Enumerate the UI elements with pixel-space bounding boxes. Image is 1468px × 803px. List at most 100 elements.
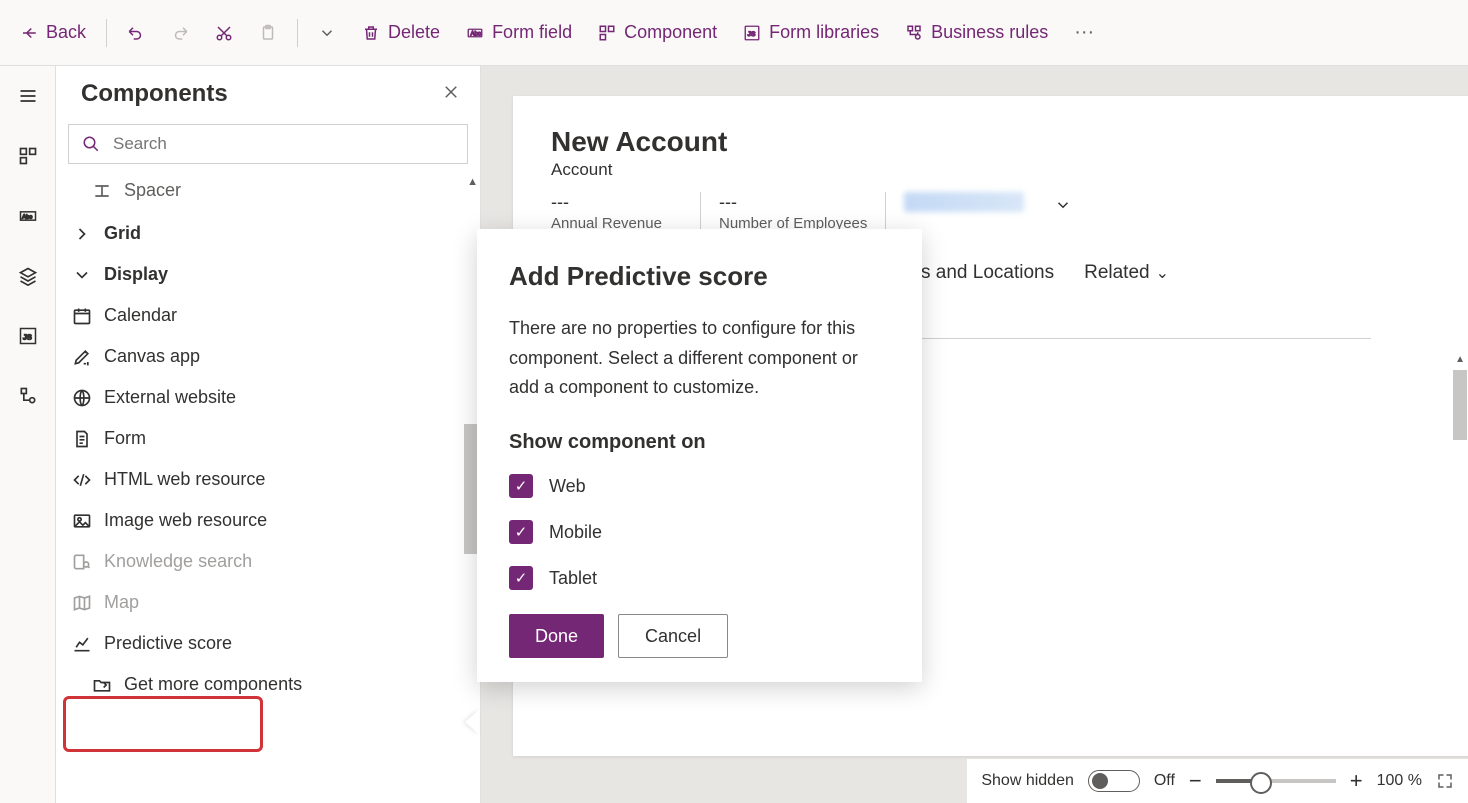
search-input[interactable] — [68, 124, 468, 164]
chevron-down-icon — [318, 24, 336, 42]
chevron-down-icon — [1054, 196, 1072, 214]
pencil-icon — [72, 347, 92, 367]
close-sidebar-button[interactable] — [442, 83, 460, 106]
components-rail-button[interactable] — [12, 140, 44, 172]
folder-link-icon — [92, 675, 112, 695]
form-libraries-button[interactable]: JS Form libraries — [733, 16, 889, 49]
fields-rail-button[interactable]: Abc — [12, 200, 44, 232]
checkbox-web[interactable]: ✓ — [509, 474, 533, 498]
statusbar: Show hidden Off − + 100 % — [967, 759, 1468, 803]
svg-text:Abc: Abc — [471, 31, 481, 37]
tree-item-image-web-resource[interactable]: Image web resource — [64, 500, 472, 541]
tree-group-display[interactable]: Display — [64, 254, 472, 295]
back-button[interactable]: Back — [10, 16, 96, 49]
checkbox-web-row[interactable]: ✓ Web — [509, 474, 890, 498]
hamburger-button[interactable] — [12, 80, 44, 112]
dialog-title: Add Predictive score — [509, 261, 890, 292]
tree-item-form[interactable]: Form — [64, 418, 472, 459]
fit-icon[interactable] — [1436, 772, 1454, 790]
tree-item-spacer[interactable]: Spacer — [64, 174, 472, 211]
checkbox-mobile[interactable]: ✓ — [509, 520, 533, 544]
hamburger-icon — [18, 86, 38, 106]
map-icon — [72, 593, 92, 613]
tree-rail-button[interactable] — [12, 380, 44, 412]
tree-item-calendar[interactable]: Calendar — [64, 295, 472, 336]
get-more-components-button[interactable]: Get more components — [64, 664, 472, 705]
component-button[interactable]: Component — [588, 16, 727, 49]
globe-icon — [72, 388, 92, 408]
checkbox-tablet-label: Tablet — [549, 568, 597, 589]
paste-button[interactable] — [249, 18, 287, 48]
scroll-up-icon: ▲ — [1455, 354, 1465, 365]
tree-item-map: Map — [64, 582, 472, 623]
delete-button[interactable]: Delete — [352, 16, 450, 49]
form-title: New Account — [551, 126, 1435, 158]
js-icon: JS — [18, 326, 38, 346]
js-rail-button[interactable]: JS — [12, 320, 44, 352]
back-label: Back — [46, 22, 86, 43]
undo-icon — [127, 24, 145, 42]
book-search-icon — [72, 552, 92, 572]
spacer-icon — [92, 181, 112, 201]
svg-text:JS: JS — [23, 332, 32, 341]
chevron-button[interactable] — [308, 18, 346, 48]
checkbox-mobile-row[interactable]: ✓ Mobile — [509, 520, 890, 544]
show-hidden-toggle[interactable] — [1088, 770, 1140, 792]
sidebar-scrollbar[interactable] — [464, 424, 478, 554]
layers-rail-button[interactable] — [12, 260, 44, 292]
business-rules-label: Business rules — [931, 22, 1048, 43]
tab-addresses[interactable]: s and Locations — [921, 262, 1054, 288]
components-tree: ▲ Spacer Grid Display Calendar Canvas ap… — [56, 174, 480, 803]
undo-button[interactable] — [117, 18, 155, 48]
chart-line-icon — [72, 634, 92, 654]
tree-item-canvas-app[interactable]: Canvas app — [64, 336, 472, 377]
add-predictive-score-dialog: Add Predictive score There are no proper… — [477, 229, 922, 682]
field-num-employees[interactable]: --- Number of Employees — [701, 192, 886, 232]
toolbar: Back Delete Abc Form field Component JS … — [0, 0, 1468, 66]
calendar-icon — [72, 306, 92, 326]
form-libraries-label: Form libraries — [769, 22, 879, 43]
toolbar-separator — [297, 19, 298, 47]
tab-related[interactable]: Related — [1084, 262, 1169, 288]
redo-icon — [171, 24, 189, 42]
show-hidden-label: Show hidden — [981, 772, 1074, 790]
dialog-body: There are no properties to configure for… — [509, 314, 890, 403]
more-button[interactable]: ··· — [1064, 15, 1104, 50]
tree-item-html-web-resource[interactable]: HTML web resource — [64, 459, 472, 500]
field-annual-revenue[interactable]: --- Annual Revenue — [551, 192, 701, 232]
code-icon — [72, 470, 92, 490]
chevron-down-icon — [72, 265, 92, 285]
document-icon — [72, 429, 92, 449]
image-icon — [72, 511, 92, 531]
cancel-button[interactable]: Cancel — [618, 614, 728, 658]
done-button[interactable]: Done — [509, 614, 604, 658]
form-field-label: Form field — [492, 22, 572, 43]
delete-label: Delete — [388, 22, 440, 43]
tree-group-grid[interactable]: Grid — [64, 213, 472, 254]
checkbox-tablet-row[interactable]: ✓ Tablet — [509, 566, 890, 590]
field-dropdown[interactable] — [886, 192, 1042, 232]
component-label: Component — [624, 22, 717, 43]
search-icon — [82, 135, 100, 153]
canvas-scrollbar[interactable] — [1453, 370, 1467, 440]
zoom-in-button[interactable]: + — [1350, 768, 1363, 794]
redo-button[interactable] — [161, 18, 199, 48]
checkbox-tablet[interactable]: ✓ — [509, 566, 533, 590]
zoom-out-button[interactable]: − — [1189, 768, 1202, 794]
layers-icon — [18, 266, 38, 286]
grid-icon — [18, 146, 38, 166]
tree-icon — [18, 386, 38, 406]
form-subtitle: Account — [551, 160, 1435, 180]
tree-item-knowledge-search: Knowledge search — [64, 541, 472, 582]
toggle-off-label: Off — [1154, 772, 1175, 790]
form-field-icon: Abc — [466, 24, 484, 42]
business-rules-button[interactable]: Business rules — [895, 16, 1058, 49]
search-box[interactable] — [68, 124, 468, 164]
component-icon — [598, 24, 616, 42]
cut-button[interactable] — [205, 18, 243, 48]
zoom-slider[interactable] — [1216, 779, 1336, 783]
tree-item-predictive-score[interactable]: Predictive score — [64, 623, 472, 664]
tree-item-external-website[interactable]: External website — [64, 377, 472, 418]
toolbar-separator — [106, 19, 107, 47]
form-field-button[interactable]: Abc Form field — [456, 16, 582, 49]
